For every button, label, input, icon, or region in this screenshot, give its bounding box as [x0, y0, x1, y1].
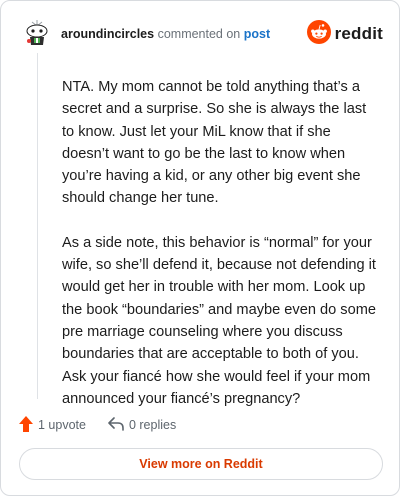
- thread-line[interactable]: [37, 53, 38, 399]
- reddit-logo-icon: [306, 19, 331, 49]
- upvote-count: 1 upvote: [38, 418, 86, 432]
- comment-header: aroundincircles commented on post reddit: [21, 17, 383, 53]
- reddit-wordmark: reddit: [334, 24, 383, 43]
- replies-count: 0 replies: [128, 418, 177, 432]
- upvote-button[interactable]: 1 upvote: [19, 415, 86, 435]
- comment-actions: 1 upvote 0 replies: [19, 415, 176, 435]
- commented-on-label: commented on: [157, 27, 241, 41]
- comment-embed-card: aroundincircles commented on post reddit: [0, 0, 400, 496]
- comment-body: NTA. My mom cannot be told anything that…: [62, 76, 380, 432]
- view-more-button[interactable]: View more on Reddit: [19, 448, 383, 480]
- upvote-arrow-icon: [19, 415, 33, 435]
- comment-byline: aroundincircles commented on post: [61, 26, 270, 42]
- snoo-avatar-icon[interactable]: [21, 17, 53, 49]
- replies-button[interactable]: 0 replies: [108, 416, 177, 434]
- username-link[interactable]: aroundincircles: [61, 27, 154, 41]
- post-link[interactable]: post: [244, 27, 270, 41]
- reply-arrow-icon: [108, 416, 124, 434]
- comment-paragraph-2: As a side note, this behavior is “normal…: [62, 234, 376, 407]
- reddit-brand[interactable]: reddit: [306, 19, 383, 49]
- comment-paragraph-1: NTA. My mom cannot be told anything that…: [62, 79, 367, 207]
